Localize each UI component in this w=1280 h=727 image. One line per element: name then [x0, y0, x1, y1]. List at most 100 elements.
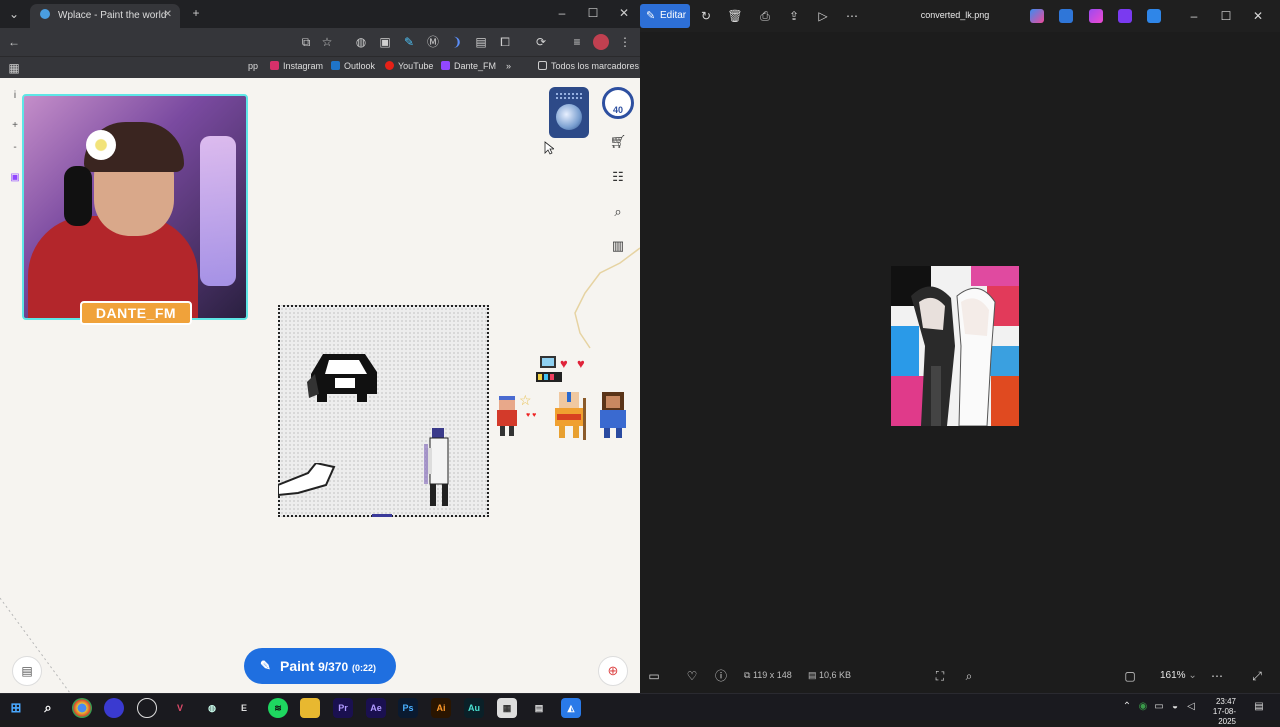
- level-badge[interactable]: 40: [602, 87, 634, 119]
- bookmark-dante-fm[interactable]: Dante_FM: [441, 61, 496, 71]
- zoom-level-dropdown[interactable]: 161% ⌄: [1160, 665, 1200, 687]
- delete-icon[interactable]: 🗑︎: [727, 8, 743, 24]
- shop-cart-icon[interactable]: 🛒︎: [608, 132, 628, 152]
- photo-viewer-window: ✎ Editar ↻ 🗑︎ ⎙ ⇪ ▷ ⋯ converted_lk.png –…: [640, 0, 1280, 693]
- battery-icon[interactable]: ▭: [1152, 701, 1166, 712]
- all-bookmarks[interactable]: Todos los marcadores: [538, 61, 639, 71]
- viewer-close-icon[interactable]: ✕: [1250, 8, 1266, 24]
- more-options-icon[interactable]: ⋯: [844, 8, 860, 24]
- after-effects-icon[interactable]: Ae: [366, 698, 386, 718]
- copilot-icon[interactable]: [1030, 9, 1044, 23]
- actual-size-icon[interactable]: ▢: [1122, 668, 1138, 684]
- tab-wplace[interactable]: Wplace - Paint the world ✕: [30, 4, 180, 28]
- apps-grid-icon[interactable]: ▦: [6, 60, 22, 76]
- tray-overflow-icon[interactable]: ⌃: [1120, 701, 1134, 712]
- info-icon[interactable]: i: [8, 90, 22, 104]
- extension-5-icon[interactable]: ❩: [449, 34, 465, 50]
- edit-button[interactable]: ✎ Editar: [640, 4, 690, 28]
- pixel-character-aang: [555, 392, 586, 440]
- zoom-out-icon[interactable]: -: [8, 142, 22, 156]
- extension-1-icon[interactable]: ◍: [353, 34, 369, 50]
- share-icon[interactable]: ⇪: [786, 8, 802, 24]
- video-editor-icon[interactable]: [1118, 9, 1132, 23]
- zoom-in-icon[interactable]: +: [8, 120, 22, 134]
- clipchamp-icon[interactable]: [1089, 9, 1103, 23]
- start-windows-icon[interactable]: ⊞: [6, 698, 26, 718]
- twitch-link-icon[interactable]: ▣: [8, 172, 22, 186]
- instagram-icon: [270, 61, 279, 70]
- globe-icon: [556, 104, 582, 130]
- bookmark-youtube[interactable]: YouTube: [385, 61, 433, 71]
- rotate-icon[interactable]: ↻: [698, 8, 714, 24]
- designer-icon[interactable]: [1059, 9, 1073, 23]
- spotify-icon[interactable]: ≋: [268, 698, 288, 718]
- illustrator-icon[interactable]: Ai: [431, 698, 451, 718]
- new-tab-icon[interactable]: +: [186, 6, 206, 20]
- onedrive-icon[interactable]: [1147, 9, 1161, 23]
- filmstrip-icon[interactable]: ▭: [646, 668, 662, 684]
- viewer-status-bar: ▭ ♡ ⓘ ⧉ 119 x 148 ▤ 10,6 KB ⛶ ⌕ ▢ 161% ⌄…: [640, 660, 1280, 693]
- bookmark-app[interactable]: pp: [248, 61, 258, 71]
- minimize-icon[interactable]: –: [552, 6, 572, 20]
- profile-avatar[interactable]: [593, 34, 609, 50]
- bookmark-star-icon[interactable]: ☆: [319, 34, 335, 50]
- maximize-icon[interactable]: ☐: [583, 6, 603, 20]
- file-explorer-icon[interactable]: [300, 698, 320, 718]
- epic-games-icon[interactable]: E: [234, 698, 254, 718]
- extension-2-icon[interactable]: ▣: [377, 34, 393, 50]
- extension-6-icon[interactable]: ▤: [473, 34, 489, 50]
- cast-icon[interactable]: ⟳: [533, 34, 549, 50]
- close-window-icon[interactable]: ✕: [614, 6, 634, 20]
- viewer-toolbar: ✎ Editar ↻ 🗑︎ ⎙ ⇪ ▷ ⋯ converted_lk.png –…: [640, 0, 1280, 32]
- search-location-icon[interactable]: ⌕: [608, 202, 628, 222]
- file-info-icon[interactable]: ⓘ: [713, 668, 729, 684]
- audition-icon[interactable]: Au: [464, 698, 484, 718]
- filesize-icon: ▤: [808, 670, 820, 680]
- paint-button[interactable]: ✎ Paint 9/370 (0:22): [244, 648, 396, 684]
- layers-button[interactable]: ▤: [12, 656, 42, 686]
- visual-search-icon[interactable]: ⌕: [961, 668, 977, 684]
- alliance-icon[interactable]: ☷: [608, 167, 628, 187]
- locate-button[interactable]: ⊕: [598, 656, 628, 686]
- media-app-icon[interactable]: ▤: [529, 698, 549, 718]
- calculator-icon[interactable]: ▦: [497, 698, 517, 718]
- photoshop-icon[interactable]: Ps: [398, 698, 418, 718]
- chrome-profile-icon[interactable]: [104, 698, 124, 718]
- fit-to-window-icon[interactable]: ⛶: [932, 668, 948, 684]
- bookmarks-overflow[interactable]: »: [506, 61, 511, 71]
- more-icon[interactable]: ⋯: [1209, 668, 1225, 684]
- leaderboard-icon[interactable]: ▥: [608, 236, 628, 256]
- network-icon[interactable]: ◒: [1168, 701, 1182, 712]
- search-icon[interactable]: ⌕: [38, 698, 58, 718]
- wplace-map-canvas[interactable]: i + - ▣ 40 🛒︎ ☷ ⌕ ▥ ☆ ♥ ♥ ♥ ♥ DANTE_FM ▤…: [0, 78, 640, 693]
- back-icon[interactable]: ←: [6, 34, 22, 50]
- premiere-icon[interactable]: Pr: [333, 698, 353, 718]
- fullscreen-icon[interactable]: ⤢: [1249, 668, 1265, 684]
- chrome-icon[interactable]: [72, 698, 92, 718]
- tab-list-icon[interactable]: ⌄: [6, 6, 22, 22]
- photos-app-icon[interactable]: ◭: [561, 698, 581, 718]
- steam-icon[interactable]: ◍: [202, 698, 222, 718]
- bookmark-instagram[interactable]: Instagram: [270, 61, 323, 71]
- app-v-icon[interactable]: V: [170, 698, 190, 718]
- world-map-button[interactable]: [549, 87, 589, 138]
- bookmark-outlook[interactable]: Outlook: [331, 61, 375, 71]
- print-icon[interactable]: ⎙: [757, 8, 773, 24]
- youtube-icon: [385, 61, 394, 70]
- notifications-icon[interactable]: ▤: [1252, 701, 1266, 712]
- system-clock[interactable]: 23:47 17-08-2025: [1196, 697, 1236, 727]
- obs-icon[interactable]: [137, 698, 157, 718]
- extension-4-icon[interactable]: Ⓜ: [425, 34, 441, 50]
- tray-app-icon[interactable]: ◉: [1136, 701, 1150, 712]
- extension-3-icon[interactable]: ✎: [401, 34, 417, 50]
- favorite-heart-icon[interactable]: ♡: [684, 668, 700, 684]
- windows-taskbar: ⊞ ⌕ V ◍ E ≋ Pr Ae Ps Ai Au ▦ ▤ ◭ ⌃ ◉ ▭ ◒…: [0, 693, 1280, 726]
- install-app-icon[interactable]: ⧉: [298, 34, 314, 50]
- viewer-maximize-icon[interactable]: ☐: [1218, 8, 1234, 24]
- viewer-minimize-icon[interactable]: –: [1186, 8, 1202, 24]
- media-icon[interactable]: ≡: [569, 34, 585, 50]
- tab-close-icon[interactable]: ✕: [164, 9, 172, 20]
- extensions-puzzle-icon[interactable]: ⧠: [497, 34, 513, 50]
- browser-menu-icon[interactable]: ⋮: [617, 34, 633, 50]
- slideshow-icon[interactable]: ▷: [815, 8, 831, 24]
